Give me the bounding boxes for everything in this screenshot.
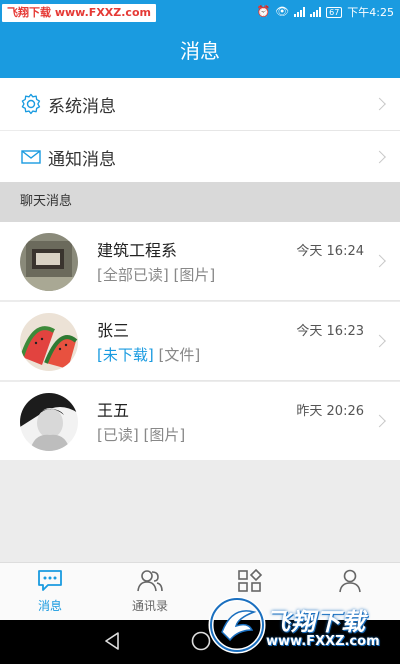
status-bar: 飞翔下载 www.FXXZ.com ⏰ 👁 67 下午4:25 bbox=[0, 0, 400, 24]
eye-icon: 👁 bbox=[275, 5, 290, 18]
status-time: 下午4:25 bbox=[347, 6, 394, 19]
chat-item-2[interactable]: 王五 昨天 20:26 [已读] [图片] bbox=[0, 382, 400, 460]
chevron-right-icon bbox=[373, 97, 386, 111]
status-indicators: ⏰ 👁 67 下午4:25 bbox=[256, 4, 394, 20]
chat-name: 建筑工程系 bbox=[97, 241, 178, 260]
battery-icon: 67 bbox=[326, 6, 343, 18]
chat-name: 张三 bbox=[97, 321, 130, 340]
chat-name: 王五 bbox=[97, 401, 130, 420]
page-title: 消息 bbox=[0, 24, 400, 78]
watermark-top-name: 飞翔下载 bbox=[7, 6, 51, 19]
divider bbox=[20, 300, 400, 301]
watermark-top: 飞翔下载 www.FXXZ.com bbox=[2, 4, 156, 22]
contacts-icon bbox=[137, 570, 163, 592]
tab-label: 消息 bbox=[37, 599, 62, 613]
watermark-logo bbox=[208, 596, 266, 654]
avatar bbox=[20, 393, 78, 451]
watermark-bottom: 飞翔下载 www.FXXZ.com bbox=[206, 594, 396, 660]
chevron-right-icon bbox=[373, 334, 386, 348]
envelope-icon bbox=[21, 150, 41, 164]
watermark-url: www.FXXZ.com bbox=[266, 634, 380, 649]
chat-time: 今天 16:24 bbox=[296, 244, 364, 259]
tab-contacts[interactable]: 通讯录 bbox=[100, 563, 200, 620]
signal-icon bbox=[294, 7, 306, 17]
avatar bbox=[20, 233, 78, 291]
person-icon bbox=[339, 569, 361, 593]
chat-detail: [全部已读] [图片] bbox=[97, 266, 216, 284]
chat-preview: [已读] [图片] bbox=[97, 424, 185, 445]
apps-grid-icon bbox=[238, 569, 263, 592]
chat-status: [未下载] bbox=[97, 346, 154, 364]
chevron-right-icon bbox=[373, 150, 386, 164]
chat-detail: [文件] bbox=[153, 346, 201, 364]
chevron-right-icon bbox=[373, 254, 386, 268]
chat-bubble-icon bbox=[38, 570, 62, 591]
tab-label: 通讯录 bbox=[131, 599, 168, 613]
system-messages-label: 系统消息 bbox=[48, 96, 116, 117]
chat-item-1[interactable]: 张三 今天 16:23 [未下载] [文件] bbox=[0, 302, 400, 380]
back-icon[interactable] bbox=[102, 630, 122, 652]
signal-icon-2 bbox=[310, 7, 322, 17]
chat-detail: [已读] [图片] bbox=[97, 426, 186, 444]
gear-icon bbox=[21, 93, 41, 115]
chat-item-0[interactable]: 建筑工程系 今天 16:24 [全部已读] [图片] bbox=[0, 222, 400, 300]
watermark-title: 飞翔下载 bbox=[266, 608, 366, 636]
notification-messages-row[interactable]: 通知消息 bbox=[0, 131, 400, 183]
empty-area bbox=[0, 461, 400, 562]
alarm-icon: ⏰ bbox=[256, 5, 271, 18]
notification-messages-label: 通知消息 bbox=[48, 149, 116, 170]
chat-preview: [未下载] [文件] bbox=[97, 344, 200, 365]
chat-section-header: 聊天消息 bbox=[0, 182, 400, 222]
chat-time: 今天 16:23 bbox=[296, 324, 364, 339]
divider bbox=[20, 380, 400, 381]
watermark-top-url: www.FXXZ.com bbox=[54, 6, 151, 19]
avatar bbox=[20, 313, 78, 371]
chat-preview: [全部已读] [图片] bbox=[97, 264, 215, 285]
chat-time: 昨天 20:26 bbox=[296, 404, 364, 419]
chevron-right-icon bbox=[373, 414, 386, 428]
system-messages-row[interactable]: 系统消息 bbox=[0, 78, 400, 130]
tab-messages[interactable]: 消息 bbox=[0, 563, 100, 620]
